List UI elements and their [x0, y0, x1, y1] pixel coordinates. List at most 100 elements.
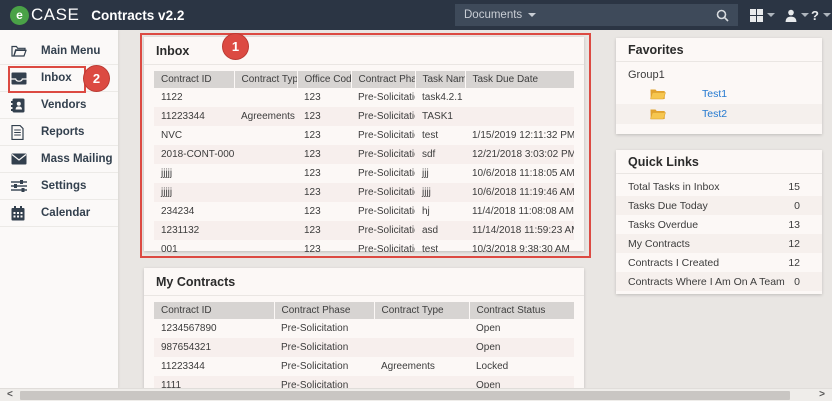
sidebar-item-vendors[interactable]: Vendors	[0, 92, 118, 119]
table-cell: 11223344	[161, 361, 205, 372]
quick-link-item[interactable]: Contracts Where I Am On A Team 0	[616, 272, 822, 291]
table-cell	[234, 126, 297, 145]
table-cell: 123	[304, 130, 321, 141]
scroll-left-icon[interactable]: <	[7, 389, 13, 401]
table-cell	[234, 145, 297, 164]
sidebar-item-label: Mass Mailing	[41, 153, 113, 165]
table-cell: Agreements	[241, 111, 295, 122]
quick-link-item[interactable]: Tasks Due Today 0	[616, 196, 822, 215]
apps-menu-button[interactable]	[750, 0, 775, 30]
table-cell	[234, 240, 297, 259]
quick-link-label: Tasks Due Today	[628, 199, 708, 212]
table-cell: 123	[304, 244, 321, 255]
quick-link-value: 15	[788, 180, 800, 193]
column-header[interactable]: Contract ID	[154, 302, 275, 319]
quick-link-item[interactable]: Contracts I Created 12	[616, 253, 822, 272]
table-cell: 10/3/2018 9:38:30 AM	[472, 244, 570, 255]
quick-link-value: 12	[788, 256, 800, 269]
chevron-down-icon	[822, 13, 831, 17]
calendar-icon	[11, 205, 27, 221]
scroll-right-icon[interactable]: >	[819, 389, 825, 401]
table-cell: Pre-Solicitation	[358, 206, 415, 217]
column-header[interactable]: Contract Type	[234, 71, 298, 88]
folder-icon	[650, 109, 666, 120]
table-cell: hj	[422, 206, 430, 217]
scrollbar-thumb[interactable]	[20, 391, 790, 400]
sidebar-item-label: Vendors	[41, 99, 87, 111]
search-input[interactable]: Documents	[455, 4, 738, 26]
table-cell: 234234	[161, 206, 195, 217]
search-scope-dropdown[interactable]: Documents	[464, 9, 522, 21]
favorites-panel-title: Favorites	[616, 38, 822, 62]
quick-link-value: 13	[788, 218, 800, 231]
column-header[interactable]: Contract ID	[154, 71, 235, 88]
sliders-icon	[11, 178, 27, 194]
table-cell: Pre-Solicitation	[358, 168, 415, 179]
table-cell: test	[422, 130, 439, 141]
search-icon[interactable]	[716, 9, 729, 22]
table-cell: 1231132	[161, 225, 200, 236]
annotation-callout-2: 2	[83, 65, 110, 92]
envelope-icon	[11, 151, 27, 167]
table-cell: jjjjj	[161, 187, 173, 198]
table-cell: Pre-Solicitation	[358, 92, 415, 103]
column-header[interactable]: Contract Phase	[274, 302, 375, 319]
column-header[interactable]: Contract Phase	[351, 71, 416, 88]
column-header[interactable]: Task Due Date	[465, 71, 574, 88]
table-row[interactable]: 234234 123 Pre-Solicitation hj 11/4/2018 11:…	[154, 202, 574, 221]
user-menu-button[interactable]	[785, 0, 809, 30]
table-row[interactable]: 2018-CONT-00050 123 Pre-Solicitation sdf 12/…	[154, 145, 574, 164]
table-cell: 123	[304, 206, 321, 217]
table-row[interactable]: 11223344 Agreements 123 Pre-Solicitation TAS…	[154, 107, 574, 126]
table-cell: Pre-Solicitation	[358, 244, 415, 255]
table-cell: Open	[476, 342, 501, 353]
favorite-link[interactable]: Test2	[702, 108, 727, 120]
table-row[interactable]: 11223344 Pre-Solicitation Agreements Locked	[154, 357, 574, 376]
table-cell: Pre-Solicitation	[281, 361, 349, 372]
table-cell	[234, 183, 297, 202]
quick-link-value: 0	[794, 275, 800, 288]
sidebar-item-mass-mailing[interactable]: Mass Mailing	[0, 146, 118, 173]
sidebar-item-reports[interactable]: Reports	[0, 119, 118, 146]
sidebar-item-settings[interactable]: Settings	[0, 173, 118, 200]
help-menu-button[interactable]: ?	[811, 0, 831, 30]
favorite-link[interactable]: Test1	[702, 88, 727, 100]
table-row[interactable]: 987654321 Pre-Solicitation Open	[154, 338, 574, 357]
table-cell	[234, 202, 297, 221]
table-cell: 11/4/2018 11:08:08 AM	[472, 206, 574, 217]
table-cell: jjj	[422, 168, 429, 179]
table-row[interactable]: 1234567890 Pre-Solicitation Open	[154, 319, 574, 338]
quick-links-panel-title: Quick Links	[616, 150, 822, 174]
grid-icon	[750, 8, 763, 22]
folder-open-icon	[11, 43, 27, 59]
table-row[interactable]: 001 123 Pre-Solicitation test 10/3/2018 9:38…	[154, 240, 574, 259]
sidebar-item-calendar[interactable]: Calendar	[0, 200, 118, 227]
table-cell	[374, 338, 469, 357]
table-row[interactable]: NVC 123 Pre-Solicitation test 1/15/2019 12:1…	[154, 126, 574, 145]
table-cell: Pre-Solicitation	[358, 130, 415, 141]
table-cell: asd	[422, 225, 439, 236]
table-cell: task4.2.1	[422, 92, 463, 103]
app-window: e CASE Contracts v2.2 Documents ? Main M…	[0, 0, 832, 401]
table-cell: 1/15/2019 12:11:32 PM	[472, 130, 574, 141]
favorite-item[interactable]: Test1	[616, 84, 822, 104]
column-header[interactable]: Contract Type	[374, 302, 470, 319]
column-header[interactable]: Contract Status	[469, 302, 574, 319]
sidebar-item-main-menu[interactable]: Main Menu	[0, 38, 118, 65]
chevron-down-icon	[801, 13, 809, 17]
table-cell: Pre-Solicitation	[358, 187, 415, 198]
table-row[interactable]: jjjjj 123 Pre-Solicitation jjjj 10/6/2018 11…	[154, 183, 574, 202]
quick-link-label: Contracts I Created	[628, 256, 720, 269]
column-header[interactable]: Task Name	[415, 71, 466, 88]
table-row[interactable]: jjjjj 123 Pre-Solicitation jjj 10/6/2018 11:…	[154, 164, 574, 183]
horizontal-scrollbar[interactable]: < >	[0, 388, 832, 401]
quick-link-item[interactable]: Total Tasks in Inbox 15	[616, 177, 822, 196]
address-book-icon	[11, 97, 27, 113]
favorite-item[interactable]: Test2	[616, 104, 822, 124]
table-row[interactable]: 1122 123 Pre-Solicitation task4.2.1	[154, 88, 574, 107]
table-row[interactable]: 1231132 123 Pre-Solicitation asd 11/14/2018 …	[154, 221, 574, 240]
quick-link-item[interactable]: My Contracts 12	[616, 234, 822, 253]
column-header[interactable]: Office Code	[297, 71, 352, 88]
quick-link-item[interactable]: Tasks Overdue 13	[616, 215, 822, 234]
quick-link-value: 12	[788, 237, 800, 250]
